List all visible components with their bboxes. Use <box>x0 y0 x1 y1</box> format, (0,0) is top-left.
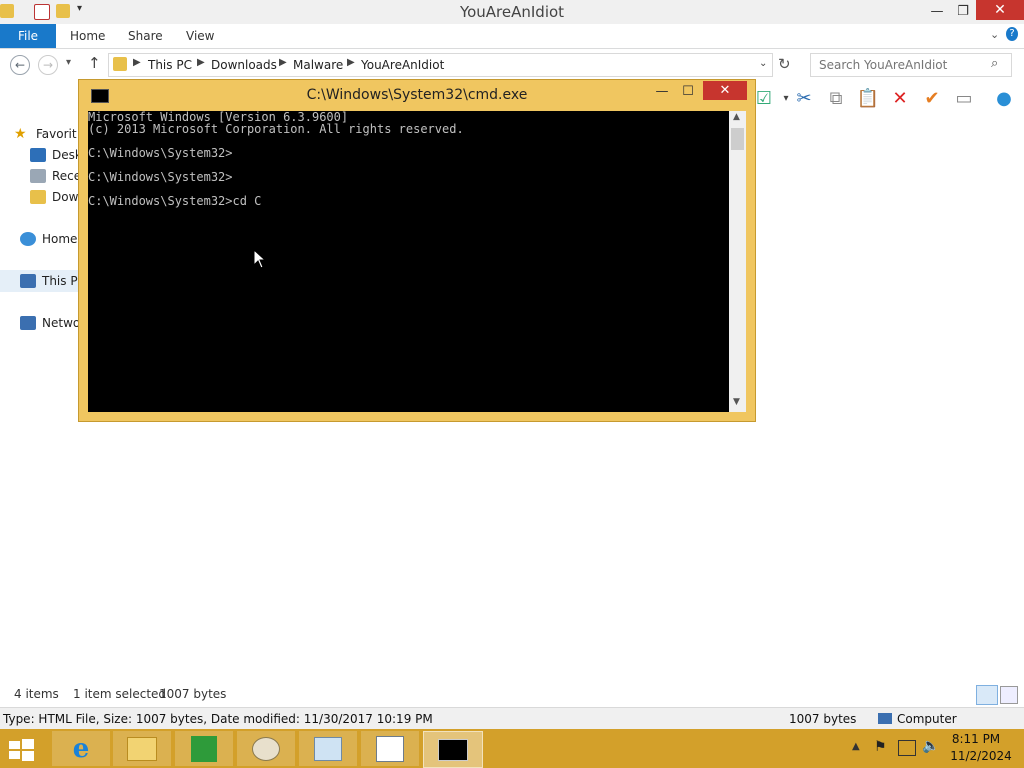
mouse-cursor-icon <box>253 249 267 269</box>
paste-icon[interactable]: 📋 <box>856 86 880 110</box>
details-view-icon[interactable] <box>976 685 998 705</box>
status-bar: 4 items 1 item selected 1007 bytes <box>0 684 1024 706</box>
console-output[interactable]: Microsoft Windows [Version 6.3.9600] (c)… <box>88 111 729 412</box>
console-scrollbar[interactable]: ▲ ▼ <box>729 111 746 412</box>
tab-file[interactable]: File <box>0 24 56 48</box>
cmd-close-button[interactable]: ✕ <box>703 81 747 100</box>
desktop-icon <box>30 148 46 162</box>
selection-size: 1007 bytes <box>159 687 227 701</box>
details-bar: Type: HTML File, Size: 1007 bytes, Date … <box>0 707 1024 730</box>
start-icon[interactable] <box>6 735 36 763</box>
search-input[interactable] <box>817 57 991 73</box>
breadcrumb-this-pc[interactable]: This PC <box>148 58 192 72</box>
taskbar-store[interactable] <box>175 731 233 766</box>
show-hidden-icons-icon[interactable]: ▲ <box>852 741 860 752</box>
explorer-window-title: YouAreAnIdiot <box>459 3 565 21</box>
ie-icon: e <box>72 733 90 764</box>
details-size: 1007 bytes <box>789 712 857 726</box>
flag-icon[interactable]: ⚑ <box>874 739 887 755</box>
chevron-right-icon[interactable]: ▶ <box>279 57 287 68</box>
nav-this-pc[interactable]: This PC <box>20 271 86 291</box>
computer-icon <box>20 274 36 288</box>
search-box[interactable]: ⌕ <box>810 53 1012 77</box>
ribbon-tabs: File Home Share View ⌄ ? <box>0 24 1024 49</box>
rename-icon[interactable]: ▭ <box>952 86 976 110</box>
taskbar: e ▲ ⚑ 🔈 8:11 PM 11/2/2024 <box>0 729 1024 768</box>
console-text: Microsoft Windows [Version 6.3.9600] (c)… <box>88 110 464 208</box>
refresh-icon[interactable]: ↻ <box>778 55 791 73</box>
tab-home[interactable]: Home <box>56 24 119 48</box>
address-row: ← → ▾ ↑ ▶ This PC ▶ Downloads ▶ Malware … <box>0 49 1024 81</box>
delete-icon[interactable]: ✕ <box>888 86 912 110</box>
maximize-button[interactable]: ❐ <box>950 0 976 22</box>
nav-network-label: Netwo <box>42 316 81 330</box>
nav-network[interactable]: Netwo <box>20 313 80 333</box>
back-icon[interactable]: ← <box>10 55 30 75</box>
scroll-up-icon[interactable]: ▲ <box>733 112 740 122</box>
minimize-button[interactable]: — <box>924 0 950 22</box>
scroll-thumb[interactable] <box>731 128 744 150</box>
copy-icon[interactable]: ⧉ <box>824 86 848 110</box>
taskbar-cmd[interactable] <box>423 731 483 768</box>
nav-homegroup[interactable]: Homeg <box>20 229 85 249</box>
selection-count: 1 item selected <box>73 687 167 701</box>
forward-icon[interactable]: → <box>38 55 58 75</box>
nav-downloads[interactable]: Dowr <box>30 187 83 207</box>
taskbar-paint[interactable] <box>237 731 295 766</box>
breadcrumb-malware[interactable]: Malware <box>293 58 343 72</box>
cmd-maximize-button[interactable]: ☐ <box>675 82 701 100</box>
file-details: Type: HTML File, Size: 1007 bytes, Date … <box>3 712 433 726</box>
help-icon[interactable]: ? <box>1006 27 1018 41</box>
computer-icon <box>878 713 892 724</box>
checkmark-icon[interactable]: ✔ <box>920 86 944 110</box>
star-icon: ★ <box>14 126 27 142</box>
taskbar-file-explorer[interactable] <box>113 731 171 766</box>
clock-date[interactable]: 11/2/2024 <box>944 749 1018 763</box>
volume-icon[interactable]: 🔈 <box>922 738 939 754</box>
taskbar-ie[interactable]: e <box>52 731 110 766</box>
globe-icon[interactable]: ● <box>992 86 1016 110</box>
clock-time[interactable]: 8:11 PM <box>944 732 1008 746</box>
downloads-folder-icon <box>30 190 46 204</box>
network-icon <box>20 316 36 330</box>
recent-locations-icon[interactable]: ▾ <box>66 57 71 68</box>
breadcrumb-downloads[interactable]: Downloads <box>211 58 277 72</box>
cmd-window[interactable]: C:\Windows\System32\cmd.exe — ☐ ✕ Micros… <box>78 79 756 422</box>
details-location: Computer <box>897 712 957 726</box>
store-icon <box>191 735 217 762</box>
nav-favorites[interactable]: ★ Favorit <box>14 124 77 144</box>
search-icon[interactable]: ⌕ <box>991 56 998 71</box>
cmd-title-bar[interactable]: C:\Windows\System32\cmd.exe — ☐ ✕ <box>79 80 755 110</box>
chevron-down-icon[interactable]: ⌄ <box>990 28 999 41</box>
paint-icon <box>252 736 280 761</box>
cut-icon[interactable]: ✂ <box>792 86 816 110</box>
tab-view[interactable]: View <box>172 24 228 48</box>
recent-places-icon <box>30 169 46 183</box>
breadcrumb-youareanidiot[interactable]: YouAreAnIdiot <box>361 58 444 72</box>
cmd-icon <box>438 738 468 761</box>
item-count: 4 items <box>14 687 59 701</box>
chevron-right-icon[interactable]: ▶ <box>197 57 205 68</box>
scroll-down-icon[interactable]: ▼ <box>733 397 740 407</box>
file-explorer-icon <box>127 736 157 761</box>
chevron-right-icon[interactable]: ▶ <box>347 57 355 68</box>
close-button[interactable]: ✕ <box>976 0 1024 20</box>
cmd-minimize-button[interactable]: — <box>649 82 675 100</box>
homegroup-icon <box>20 232 36 246</box>
task-manager-icon <box>314 736 342 761</box>
taskbar-notepad[interactable] <box>361 731 419 766</box>
explorer-title-bar: ▾ YouAreAnIdiot — ❐ ✕ <box>0 0 1024 24</box>
folder-icon <box>113 57 127 71</box>
up-icon[interactable]: ↑ <box>88 54 101 72</box>
large-icons-view-icon[interactable] <box>1000 686 1018 704</box>
address-bar[interactable]: ▶ This PC ▶ Downloads ▶ Malware ▶ YouAre… <box>108 53 773 77</box>
chevron-right-icon[interactable]: ▶ <box>133 57 141 68</box>
taskbar-task-manager[interactable] <box>299 731 357 766</box>
tab-share[interactable]: Share <box>114 24 177 48</box>
nav-favorites-label: Favorit <box>36 127 77 141</box>
notepad-icon <box>376 735 404 762</box>
network-icon[interactable] <box>898 740 916 756</box>
address-dropdown-icon[interactable]: ⌄ <box>759 58 767 69</box>
